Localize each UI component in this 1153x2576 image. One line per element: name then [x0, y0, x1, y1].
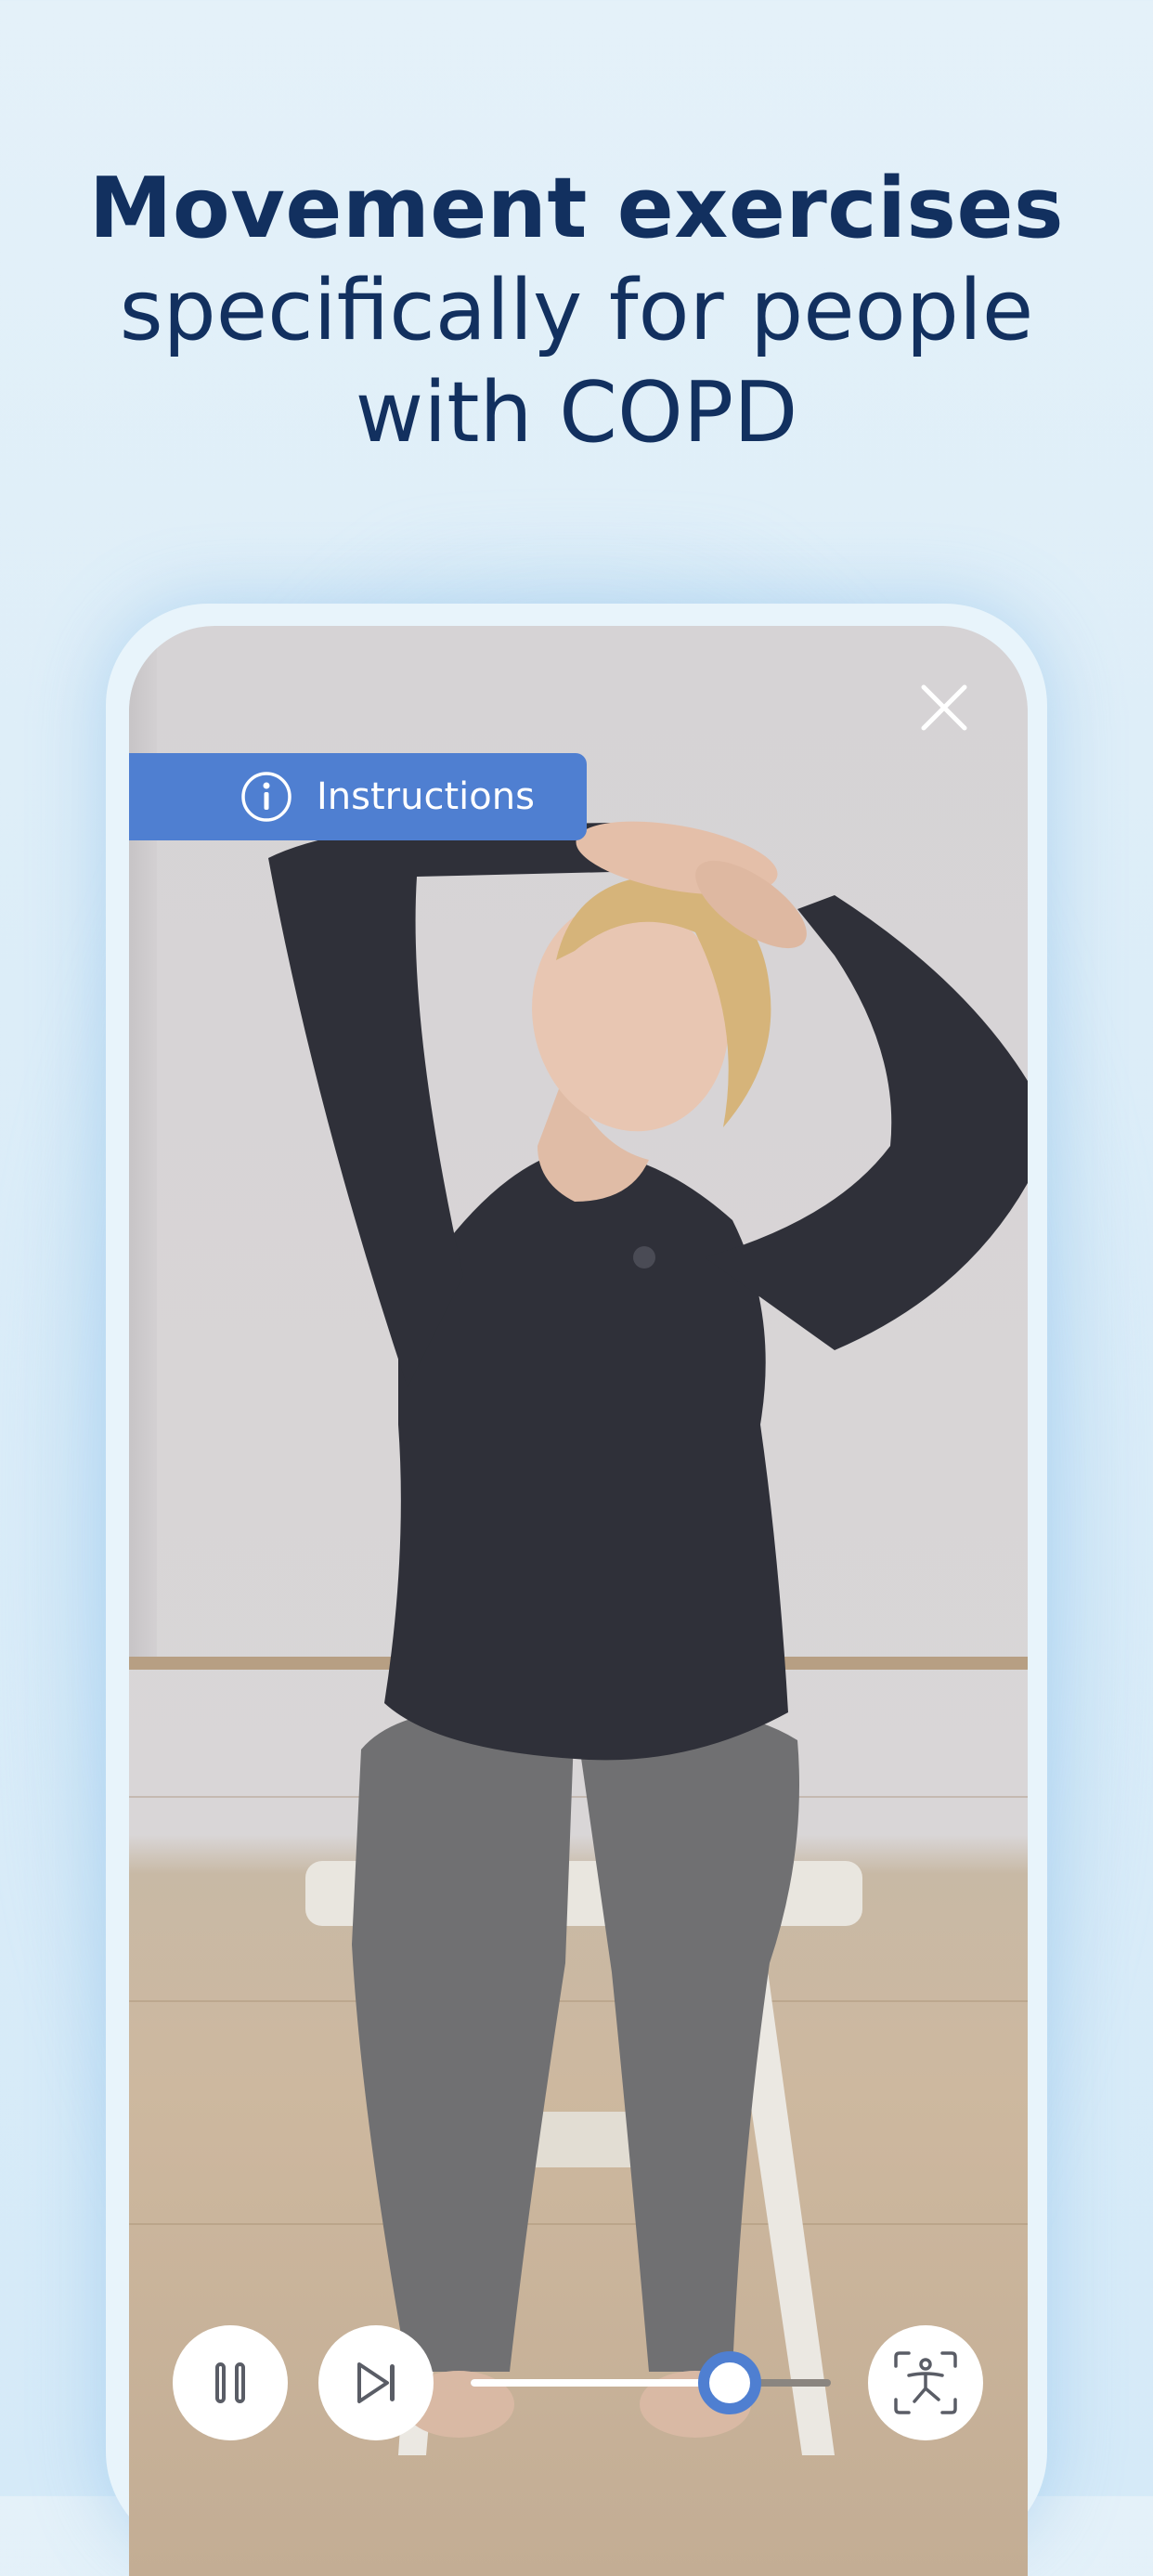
player-controls	[129, 2325, 1028, 2440]
progress-slider[interactable]	[471, 2351, 831, 2414]
info-icon	[241, 772, 291, 822]
exercise-video-frame	[268, 821, 1028, 2455]
headline-bold: Movement exercises	[88, 160, 1065, 257]
close-icon	[921, 684, 967, 731]
progress-thumb[interactable]	[698, 2351, 762, 2414]
shirt-logo	[633, 1246, 655, 1268]
headline-line-2: specifically for people	[119, 262, 1034, 359]
leggings	[352, 1707, 799, 2372]
exercise-view-button[interactable]	[868, 2325, 983, 2440]
headline: Movement exercises specifically for peop…	[0, 158, 1153, 464]
close-button[interactable]	[914, 678, 974, 737]
exercise-body-icon	[894, 2351, 957, 2414]
pause-icon	[215, 2362, 245, 2403]
progress-fill	[471, 2379, 731, 2387]
headline-line-3: with COPD	[355, 364, 798, 462]
instructions-button[interactable]: Instructions	[129, 753, 587, 840]
instructions-label: Instructions	[317, 775, 535, 818]
pause-button[interactable]	[173, 2325, 288, 2440]
skip-next-button[interactable]	[318, 2325, 434, 2440]
video-player[interactable]: Instructions	[129, 626, 1028, 2576]
skip-next-icon	[357, 2362, 395, 2403]
